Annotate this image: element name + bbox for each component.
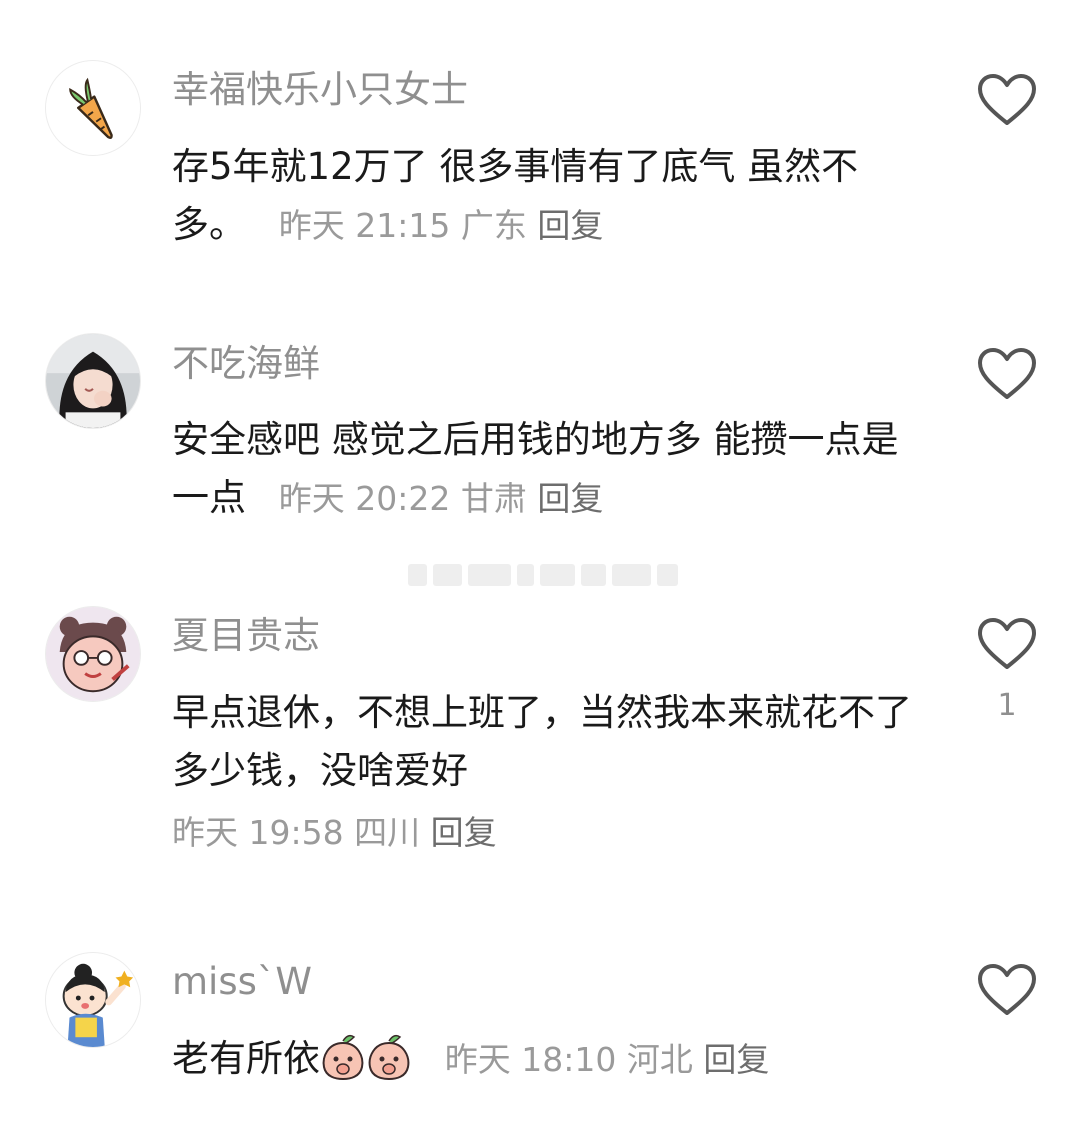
comment-time: 昨天 21:15 bbox=[278, 206, 451, 245]
comment-username[interactable]: 夏目贵志 bbox=[172, 612, 320, 660]
comment-username[interactable]: 不吃海鲜 bbox=[172, 340, 320, 388]
comment-body: 老有所依 昨天 18:10 河北 回复 bbox=[172, 1030, 932, 1089]
avatar[interactable] bbox=[45, 333, 141, 429]
comment-time: 昨天 20:22 bbox=[278, 479, 451, 518]
heart-icon bbox=[978, 618, 1036, 669]
comment-body: 早点退休，不想上班了，当然我本来就花不了多少钱，没啥爱好 昨天 19:58 四川… bbox=[172, 684, 932, 862]
comment-location: 甘肃 bbox=[460, 479, 527, 518]
comment-meta: 昨天 20:22 甘肃 回复 bbox=[258, 479, 604, 518]
comment-username[interactable]: 幸福快乐小只女士 bbox=[172, 66, 468, 114]
carrot-icon bbox=[46, 61, 140, 155]
avatar[interactable] bbox=[45, 952, 141, 1048]
heart-icon bbox=[978, 964, 1036, 1015]
comment-meta: 昨天 18:10 河北 回复 bbox=[424, 1040, 770, 1079]
divider bbox=[408, 562, 679, 588]
comment-body: 安全感吧 感觉之后用钱的地方多 能攒一点是一点 昨天 20:22 甘肃 回复 bbox=[172, 411, 932, 528]
avatar[interactable] bbox=[45, 606, 141, 702]
heart-icon bbox=[978, 348, 1036, 399]
cartoon-character-avatar bbox=[46, 607, 140, 701]
like-button[interactable] bbox=[976, 346, 1038, 402]
cartoon-kid-avatar bbox=[46, 953, 140, 1047]
peach-sticker-icon bbox=[366, 1031, 412, 1081]
comment-location: 四川 bbox=[354, 813, 421, 852]
reply-button[interactable]: 回复 bbox=[431, 813, 497, 852]
like-count: 1 bbox=[997, 688, 1017, 723]
girl-photo-avatar bbox=[46, 334, 140, 428]
like-button[interactable] bbox=[976, 616, 1038, 672]
comment-time: 昨天 18:10 bbox=[444, 1040, 617, 1079]
like-button[interactable] bbox=[976, 962, 1038, 1018]
comment-text: 老有所依 bbox=[172, 1037, 320, 1080]
comment-username[interactable]: miss`W bbox=[172, 958, 312, 1006]
comment-text: 早点退休，不想上班了，当然我本来就花不了多少钱，没啥爱好 bbox=[172, 691, 912, 792]
comment-meta: 昨天 21:15 广东 回复 bbox=[258, 206, 604, 245]
reply-button[interactable]: 回复 bbox=[537, 206, 603, 245]
avatar[interactable] bbox=[45, 60, 141, 156]
comment-location: 广东 bbox=[460, 206, 527, 245]
heart-icon bbox=[978, 74, 1036, 125]
comment-meta: 昨天 19:58 四川 回复 bbox=[172, 804, 932, 862]
comment-time: 昨天 19:58 bbox=[172, 813, 344, 852]
reply-button[interactable]: 回复 bbox=[537, 479, 603, 518]
peach-sticker-icon bbox=[320, 1031, 366, 1081]
reply-button[interactable]: 回复 bbox=[703, 1040, 769, 1079]
comment-location: 河北 bbox=[626, 1040, 693, 1079]
like-button[interactable] bbox=[976, 72, 1038, 128]
comment-body: 存5年就12万了 很多事情有了底气 虽然不多。 昨天 21:15 广东 回复 bbox=[172, 138, 932, 255]
